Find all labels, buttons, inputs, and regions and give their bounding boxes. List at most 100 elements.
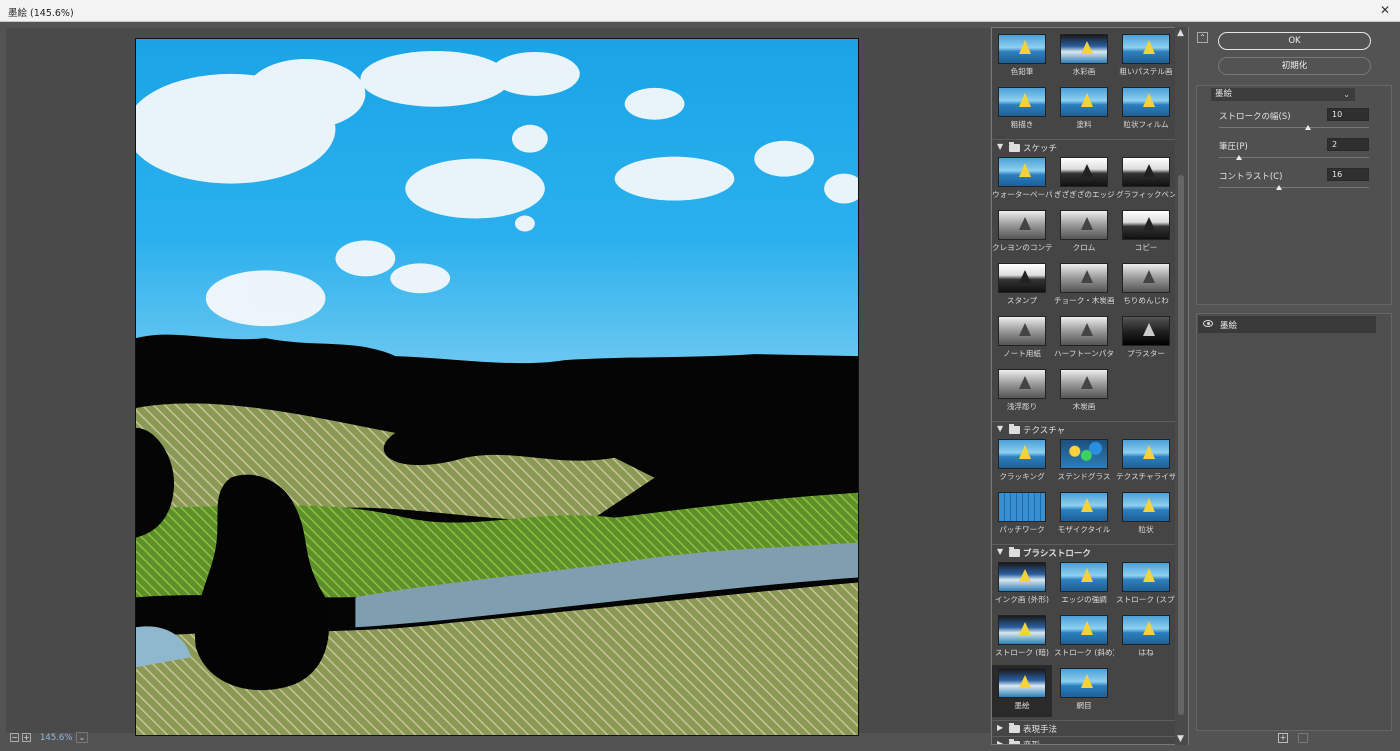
filter-tile[interactable]: エッジの強調: [1054, 559, 1114, 611]
filter-select[interactable]: 墨絵 ⌄: [1211, 88, 1355, 101]
filter-tile[interactable]: 水彩画: [1054, 31, 1114, 83]
folder-icon: [1009, 424, 1020, 434]
filter-thumbnail: [998, 562, 1046, 592]
new-effect-layer-button[interactable]: +: [1278, 733, 1288, 743]
expanded-arrow-icon[interactable]: ▼: [997, 142, 1003, 151]
filter-thumbnail: [998, 492, 1046, 522]
filter-tile[interactable]: ストローク (斜め): [1054, 612, 1114, 664]
filter-tile[interactable]: ノート用紙: [992, 313, 1052, 365]
filter-tile[interactable]: 浅浮彫り: [992, 366, 1052, 418]
eye-icon[interactable]: [1203, 320, 1213, 327]
filter-thumbnail: [1060, 668, 1108, 698]
category-name: スケッチ: [1023, 144, 1058, 154]
collapse-gallery-button[interactable]: ⌃: [1197, 32, 1208, 43]
parameter-value-input[interactable]: 10: [1327, 108, 1369, 121]
expanded-arrow-icon[interactable]: ▼: [997, 424, 1003, 433]
category-name: ブラシストローク: [1023, 549, 1091, 559]
filter-tile[interactable]: パッチワーク: [992, 489, 1052, 541]
reset-button[interactable]: 初期化: [1218, 57, 1371, 75]
filter-tile[interactable]: 墨絵: [992, 665, 1052, 717]
filter-tile[interactable]: スタンプ: [992, 260, 1052, 312]
effect-layer-row[interactable]: 墨絵: [1198, 316, 1376, 333]
close-icon[interactable]: ✕: [1380, 3, 1390, 17]
filter-thumbnail: [998, 87, 1046, 117]
filter-label: 木炭画: [1072, 402, 1096, 411]
category-header[interactable]: ▶ 表現手法: [992, 720, 1175, 735]
filter-tile[interactable]: クレヨンのコンテ画: [992, 207, 1052, 259]
filter-tile[interactable]: ハーフトーンパターン: [1054, 313, 1114, 365]
category-name: 表現手法: [1023, 725, 1058, 735]
delete-effect-layer-button[interactable]: [1298, 733, 1308, 743]
scroll-up-icon[interactable]: ▲: [1177, 28, 1184, 38]
filter-thumbnail: [1122, 210, 1170, 240]
category-header[interactable]: ▶ 変形: [992, 736, 1175, 744]
filter-thumbnail: [1060, 316, 1108, 346]
category-name: テクスチャ: [1023, 426, 1066, 436]
gallery-scrollbar[interactable]: ▲ ▼: [1175, 27, 1188, 745]
parameter-slider-track[interactable]: [1219, 157, 1369, 158]
preview-image[interactable]: [135, 38, 859, 736]
folder-icon: [1009, 739, 1020, 744]
filter-thumbnail: [1060, 210, 1108, 240]
filter-tile[interactable]: ぎざぎざのエッジ: [1054, 154, 1114, 206]
filter-tile[interactable]: ステンドグラス: [1054, 436, 1114, 488]
filter-tile[interactable]: モザイクタイル: [1054, 489, 1114, 541]
filter-tile[interactable]: 色鉛筆: [992, 31, 1052, 83]
filter-tile[interactable]: ウォーターペーパー: [992, 154, 1052, 206]
filter-tile[interactable]: チョーク・木炭画: [1054, 260, 1114, 312]
zoom-in-button[interactable]: +: [22, 733, 31, 742]
parameter-slider-knob[interactable]: [1235, 155, 1242, 160]
filter-thumbnail: [1060, 87, 1108, 117]
filter-thumbnail: [1122, 263, 1170, 293]
filter-tile[interactable]: 粗描き: [992, 84, 1052, 136]
filter-thumbnail: [1122, 492, 1170, 522]
collapsed-arrow-icon[interactable]: ▶: [997, 739, 1003, 744]
filter-tile[interactable]: 粗いパステル画: [1116, 31, 1176, 83]
filter-label: ちりめんじわ: [1123, 296, 1169, 305]
filter-tile[interactable]: 塗料: [1054, 84, 1114, 136]
filter-tile[interactable]: インク画 (外形): [992, 559, 1052, 611]
zoom-dropdown[interactable]: ⌄: [76, 732, 88, 743]
filter-tile[interactable]: 網目: [1054, 665, 1114, 717]
filter-label: インク画 (外形): [995, 595, 1049, 604]
parameter-value-input[interactable]: 2: [1327, 138, 1369, 151]
filter-label: クロム: [1072, 243, 1096, 252]
parameter-slider-knob[interactable]: [1276, 185, 1282, 190]
scroll-down-icon[interactable]: ▼: [1177, 734, 1184, 744]
filter-thumbnail: [998, 668, 1046, 698]
expanded-arrow-icon[interactable]: ▼: [997, 547, 1003, 556]
filter-tile[interactable]: 木炭画: [1054, 366, 1114, 418]
filter-thumbnail: [1122, 316, 1170, 346]
filter-tile[interactable]: テクスチャライザー: [1116, 436, 1176, 488]
filter-label: 色鉛筆: [1010, 67, 1034, 76]
filter-tile[interactable]: ストローク (暗): [992, 612, 1052, 664]
category-header[interactable]: ▼ ブラシストローク: [992, 544, 1175, 559]
filter-tile[interactable]: クロム: [1054, 207, 1114, 259]
parameter-slider-knob[interactable]: [1304, 125, 1311, 130]
filter-thumbnail: [1060, 157, 1108, 187]
collapsed-arrow-icon[interactable]: ▶: [997, 723, 1003, 732]
filter-tile[interactable]: 粒状フィルム: [1116, 84, 1176, 136]
filter-label: 網目: [1076, 701, 1092, 710]
settings-panel: ⌃ OK 初期化 墨絵 ⌄ ストロークの幅(S) 10 筆圧(P) 2 コントラスト(C…: [1192, 27, 1396, 747]
zoom-out-button[interactable]: −: [10, 733, 19, 742]
parameter-slider-track[interactable]: [1219, 187, 1369, 188]
filter-thumbnail: [1122, 34, 1170, 64]
filter-tile[interactable]: ストローク (スプレー): [1116, 559, 1176, 611]
scroll-thumb[interactable]: [1178, 175, 1184, 715]
filter-label: 粒状フィルム: [1123, 120, 1169, 129]
ok-button[interactable]: OK: [1218, 32, 1371, 50]
filter-tile[interactable]: グラフィックペン: [1116, 154, 1176, 206]
category-header[interactable]: ▼ テクスチャ: [992, 421, 1175, 436]
parameter-value-input[interactable]: 16: [1327, 168, 1369, 181]
parameter-slider-track[interactable]: [1219, 127, 1369, 128]
filter-tile[interactable]: はね: [1116, 612, 1176, 664]
filter-tile[interactable]: コピー: [1116, 207, 1176, 259]
filter-tile[interactable]: 粒状: [1116, 489, 1176, 541]
filter-tile[interactable]: プラスター: [1116, 313, 1176, 365]
category-header[interactable]: ▼ スケッチ: [992, 139, 1175, 154]
filter-tile[interactable]: ちりめんじわ: [1116, 260, 1176, 312]
effect-layers-panel: 墨絵: [1196, 313, 1392, 731]
filter-tile[interactable]: クラッキング: [992, 436, 1052, 488]
filter-thumbnail: [1122, 615, 1170, 645]
